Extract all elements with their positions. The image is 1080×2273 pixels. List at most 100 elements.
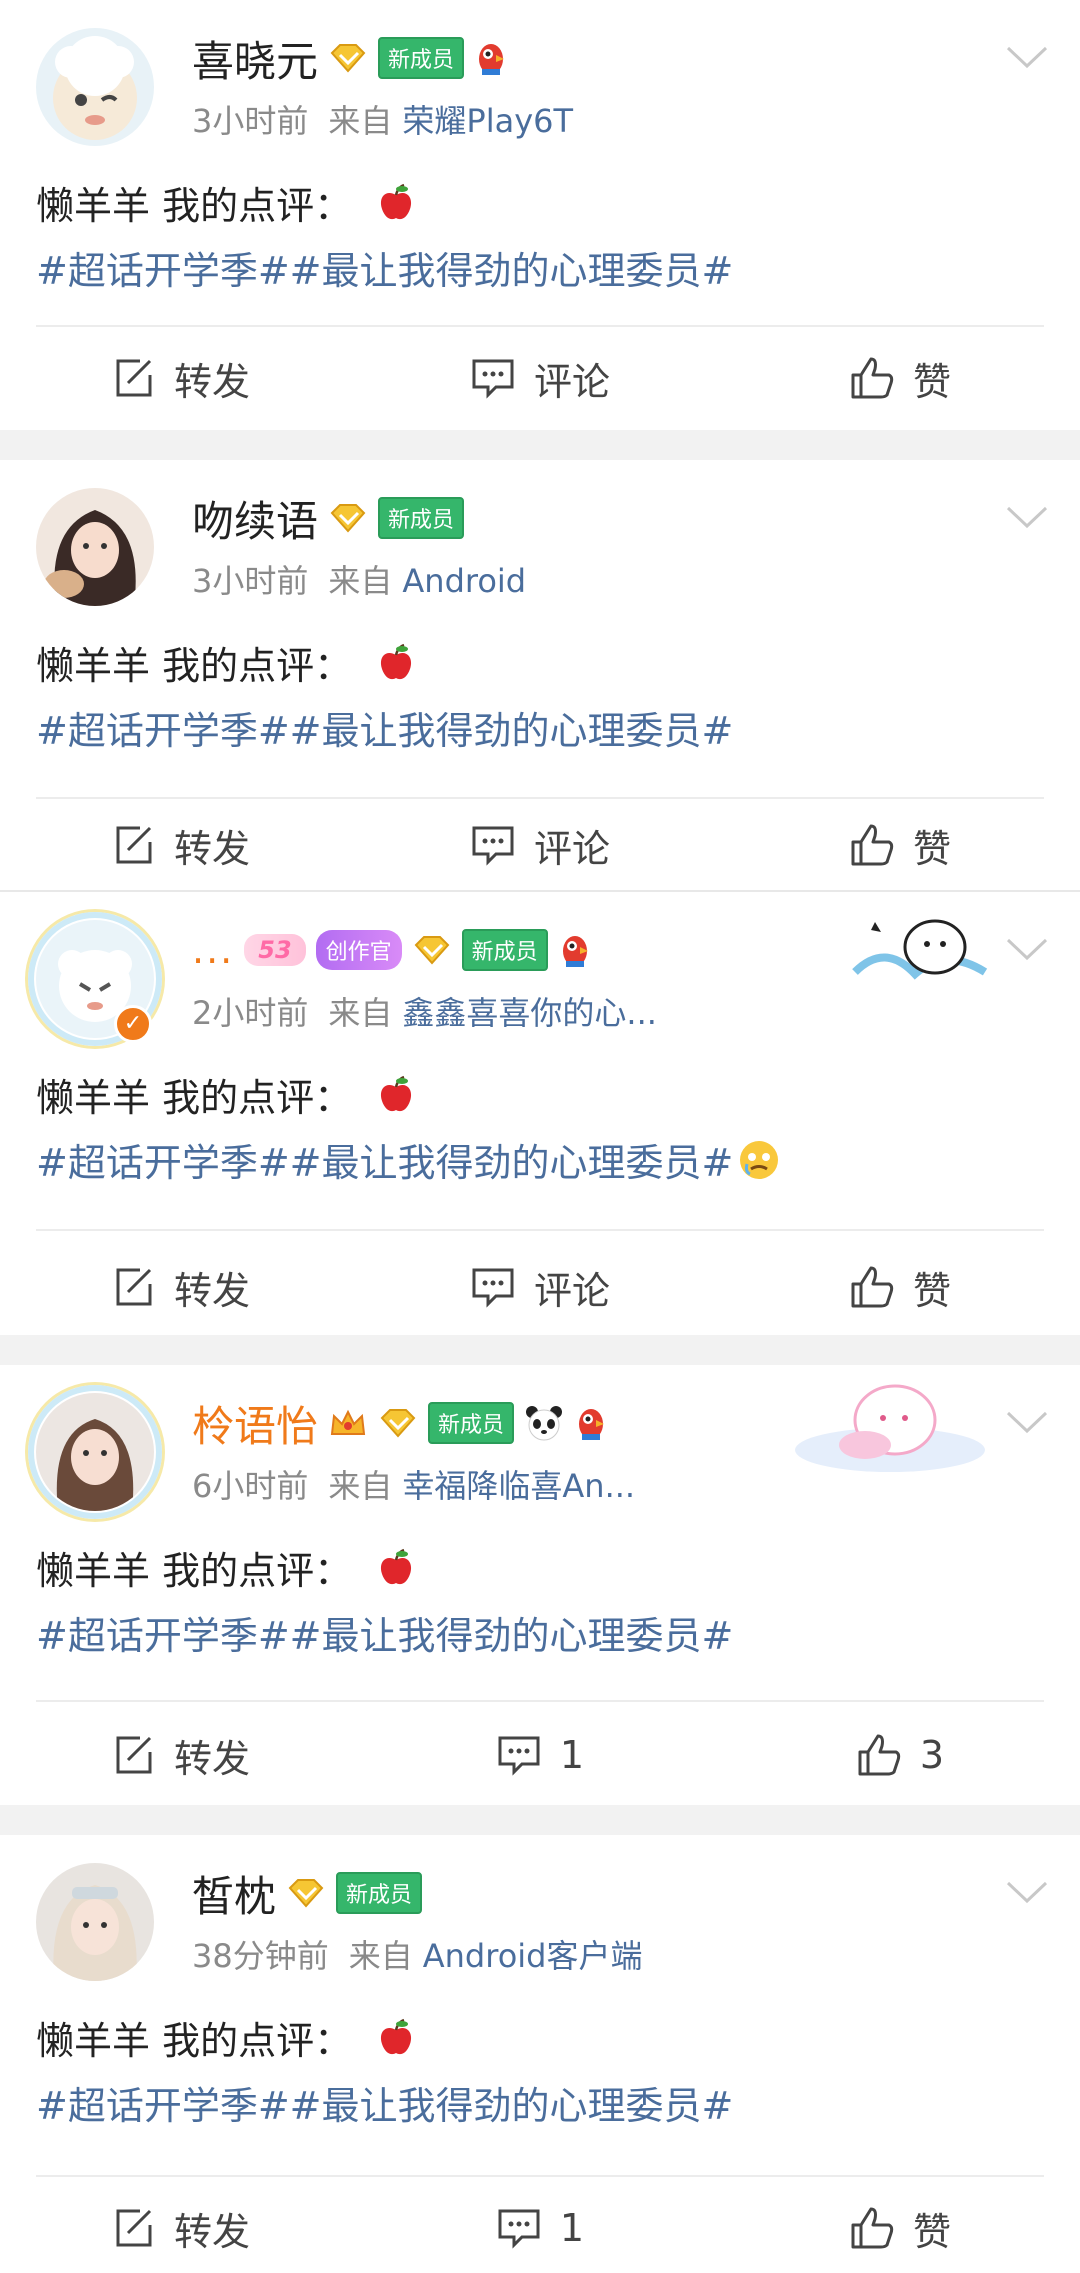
new-member-badge: 新成员 <box>378 37 465 79</box>
comment-icon <box>472 1268 514 1308</box>
post-text: 懒羊羊 我的点评： <box>36 635 416 690</box>
comment-button[interactable]: 评论 <box>360 1242 720 1332</box>
repost-button[interactable]: 转发 <box>0 1242 360 1332</box>
post-source[interactable]: 鑫鑫喜喜你的心... <box>402 994 657 1032</box>
post-meta: 2小时前 来自 鑫鑫喜喜你的心... <box>192 988 657 1034</box>
like-label: 赞 <box>912 1268 951 1313</box>
post-time: 3小时前 <box>192 102 309 140</box>
topic-links[interactable]: #超话开学季##最让我得劲的心理委员# <box>36 1605 733 1660</box>
like-button[interactable]: 赞 <box>720 2183 1080 2273</box>
chevron-down-icon[interactable] <box>1004 42 1050 72</box>
post-text-line: 懒羊羊 我的点评： <box>36 1549 353 1593</box>
comment-label: 评论 <box>533 826 610 871</box>
comment-button[interactable]: 评论 <box>360 333 720 423</box>
post-source[interactable]: Android <box>402 562 526 600</box>
new-member-badge: 新成员 <box>336 1872 423 1914</box>
topic-links-text[interactable]: #超话开学季##最让我得劲的心理委员# <box>36 1132 733 1187</box>
divider <box>36 1700 1044 1702</box>
post-source[interactable]: 荣耀Play6T <box>402 102 573 140</box>
repost-icon <box>116 1268 152 1306</box>
topic-links[interactable]: #超话开学季##最让我得劲的心理委员# <box>36 2075 733 2130</box>
card-decoration-sticker <box>795 1384 985 1472</box>
fan-level-badge: 53 <box>244 934 306 966</box>
apple-icon <box>381 2018 412 2054</box>
avatar[interactable] <box>36 1393 154 1511</box>
comment-button[interactable]: 1 <box>360 2183 720 2273</box>
post-card: ✓ ... 53 创作官 新成员 2小时前 来自 鑫鑫喜喜你的心... 懒羊羊 我的… <box>0 890 1080 1335</box>
username[interactable]: 吻续语 <box>192 488 318 549</box>
thumbs-up-icon <box>858 1734 901 1776</box>
chevron-down-icon[interactable] <box>1004 1407 1050 1437</box>
comment-icon <box>472 826 514 866</box>
comment-button[interactable]: 评论 <box>360 800 720 890</box>
post-time: 6小时前 <box>192 1467 309 1505</box>
thumbs-up-icon <box>851 1266 894 1308</box>
post-text-line: 懒羊羊 我的点评： <box>36 1076 353 1120</box>
post-meta: 3小时前 来自 荣耀Play6T <box>192 96 573 142</box>
post-card: 吻续语 新成员 3小时前 来自 Android 懒羊羊 我的点评： #超话开学季##… <box>0 460 1080 890</box>
like-button[interactable]: 赞 <box>720 333 1080 423</box>
parrot-icon <box>579 1409 605 1440</box>
vip-diamond-icon <box>330 44 366 73</box>
action-bar: 转发 评论 赞 <box>0 333 1080 423</box>
name-row: 皙枕 新成员 <box>192 1863 423 1924</box>
divider <box>36 325 1044 327</box>
username[interactable]: 柃语怡 <box>192 1393 318 1454</box>
vip-diamond-icon <box>414 936 450 965</box>
action-bar: 转发 评论 赞 <box>0 800 1080 890</box>
from-label: 来自 <box>328 102 393 140</box>
vip-diamond-icon <box>288 1879 324 1908</box>
like-label: 赞 <box>912 826 951 871</box>
chevron-down-icon[interactable] <box>1004 502 1050 532</box>
topic-links[interactable]: #超话开学季##最让我得劲的心理委员# <box>36 240 733 295</box>
repost-icon <box>116 2209 152 2247</box>
repost-button[interactable]: 转发 <box>0 800 360 890</box>
post-meta: 6小时前 来自 幸福降临喜An... <box>192 1461 635 1507</box>
chevron-down-icon[interactable] <box>1004 934 1050 964</box>
avatar[interactable] <box>36 28 154 146</box>
post-time: 3小时前 <box>192 562 309 600</box>
username[interactable]: ... <box>192 928 234 972</box>
repost-button[interactable]: 转发 <box>0 333 360 423</box>
post-source[interactable]: 幸福降临喜An... <box>402 1467 635 1505</box>
username[interactable]: 皙枕 <box>192 1863 276 1924</box>
like-count: 3 <box>919 1733 945 1777</box>
like-button[interactable]: 赞 <box>720 1242 1080 1332</box>
repost-label: 转发 <box>173 826 250 871</box>
like-button[interactable]: 3 <box>720 1710 1080 1800</box>
name-row: 柃语怡 新成员 <box>192 1395 608 1451</box>
comment-button[interactable]: 1 <box>360 1710 720 1800</box>
name-row: 吻续语 新成员 <box>192 488 465 549</box>
thumbs-up-icon <box>851 357 894 399</box>
post-text: 懒羊羊 我的点评： <box>36 175 416 230</box>
chevron-down-icon[interactable] <box>1004 1877 1050 1907</box>
comment-icon <box>498 1736 540 1776</box>
divider <box>36 797 1044 799</box>
action-bar: 转发 1 3 <box>0 1710 1080 1800</box>
panda-icon <box>526 1406 563 1441</box>
repost-button[interactable]: 转发 <box>0 1710 360 1800</box>
post-text-line: 懒羊羊 我的点评： <box>36 184 353 228</box>
avatar[interactable] <box>36 1863 154 1981</box>
post-source[interactable]: Android客户端 <box>423 1937 643 1975</box>
repost-label: 转发 <box>173 1736 250 1781</box>
username[interactable]: 喜晓元 <box>192 28 318 89</box>
apple-icon <box>381 183 412 219</box>
topic-links[interactable]: #超话开学季##最让我得劲的心理委员# <box>36 1132 781 1187</box>
creator-badge: 创作官 <box>315 930 402 970</box>
topic-links[interactable]: #超话开学季##最让我得劲的心理委员# <box>36 700 733 755</box>
like-label: 赞 <box>912 359 951 404</box>
repost-icon <box>116 1736 152 1774</box>
comment-count: 1 <box>559 2206 585 2250</box>
avatar[interactable] <box>36 488 154 606</box>
thumbs-up-icon <box>851 824 894 866</box>
comment-icon <box>472 359 514 399</box>
comment-label: 评论 <box>533 359 610 404</box>
repost-label: 转发 <box>173 1268 250 1313</box>
apple-icon <box>381 643 412 679</box>
repost-button[interactable]: 转发 <box>0 2183 360 2273</box>
post-card: 柃语怡 新成员 6小时前 来自 幸福降临喜An... 懒羊羊 我的点评： #超话开学… <box>0 1365 1080 1805</box>
divider <box>36 1229 1044 1231</box>
action-bar: 转发 评论 赞 <box>0 1242 1080 1332</box>
like-button[interactable]: 赞 <box>720 800 1080 890</box>
